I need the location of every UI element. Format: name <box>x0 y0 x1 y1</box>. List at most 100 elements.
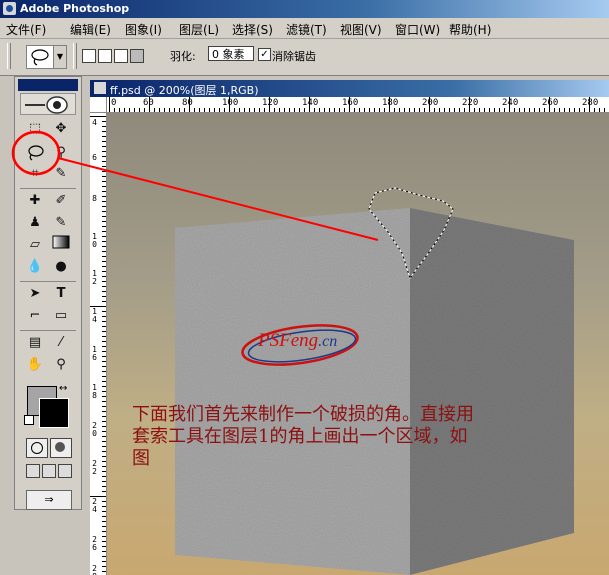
menu-edit[interactable]: 编辑(E) <box>70 21 111 38</box>
hand-tool-icon[interactable]: ✋ <box>25 355 45 375</box>
path-selection-tool-icon[interactable]: ➤ <box>25 284 45 304</box>
ruler-tick <box>114 108 115 112</box>
ruler-tick <box>102 461 106 462</box>
options-bar-grip[interactable] <box>7 43 11 69</box>
ruler-tick <box>599 108 600 112</box>
menu-file[interactable]: 文件(F) <box>6 21 46 38</box>
horizontal-ruler[interactable]: 0 60 80 100 120 140 160 180 200 220 240 … <box>107 97 609 113</box>
menu-help[interactable]: 帮助(H) <box>449 21 491 38</box>
menu-filter[interactable]: 滤镜(T) <box>286 21 327 38</box>
menu-select[interactable]: 选择(S) <box>232 21 273 38</box>
tool-preset-picker[interactable] <box>26 45 54 69</box>
ruler-tick <box>574 108 575 112</box>
swap-colors-icon[interactable]: ↔ <box>59 383 67 394</box>
ruler-tick <box>244 108 245 112</box>
chevron-down-icon[interactable]: ▼ <box>53 45 67 69</box>
feather-input[interactable]: 0 象素 <box>208 46 254 61</box>
blur-tool-icon[interactable]: 💧 <box>25 257 45 277</box>
ruler-label: 240 <box>502 98 519 108</box>
ruler-label: 100 <box>222 98 239 108</box>
full-screen-menu-mode-icon[interactable] <box>42 464 56 478</box>
ruler-tick <box>102 571 106 572</box>
ruler-tick <box>102 126 106 127</box>
ruler-tick <box>102 481 106 482</box>
type-tool-icon[interactable]: T <box>51 284 71 304</box>
ruler-origin[interactable] <box>90 97 107 113</box>
ruler-tick <box>102 331 106 332</box>
menu-layer[interactable]: 图层(L) <box>179 21 219 38</box>
lasso-tool-icon[interactable] <box>25 143 45 163</box>
photoshop-app-icon[interactable] <box>3 2 16 15</box>
history-brush-tool-icon[interactable]: ✎ <box>51 213 71 233</box>
ruler-tick <box>102 551 106 552</box>
ruler-tick <box>489 108 490 112</box>
ruler-label: 1 8 <box>92 383 97 400</box>
move-tool-icon[interactable]: ✥ <box>51 119 71 139</box>
ruler-tick <box>389 97 390 112</box>
quick-mask-mode-icon[interactable] <box>50 438 72 458</box>
ruler-tick <box>90 306 106 307</box>
ruler-tick <box>224 108 225 112</box>
ruler-tick <box>102 521 106 522</box>
zoom-tool-icon[interactable]: ⚲ <box>51 355 71 375</box>
antialias-checkbox[interactable]: ✓ <box>258 48 271 61</box>
brush-tool-icon[interactable]: ✐ <box>51 191 71 211</box>
document-icon[interactable] <box>94 82 106 94</box>
ruler-tick <box>304 108 305 112</box>
ruler-tick <box>434 108 435 112</box>
magic-wand-tool-icon[interactable]: ⚲ <box>51 143 71 163</box>
clone-stamp-tool-icon[interactable]: ♟ <box>25 213 45 233</box>
feather-label: 羽化: <box>170 50 196 63</box>
ruler-tick <box>374 108 375 112</box>
default-colors-icon[interactable] <box>24 415 34 425</box>
full-screen-mode-icon[interactable] <box>58 464 72 478</box>
tutorial-annotation: 下面我们首先来制作一个破损的角。直接用 套索工具在图层1的角上画出一个区域，如 … <box>132 404 592 470</box>
ruler-tick <box>579 108 580 112</box>
ruler-tick <box>102 176 106 177</box>
ruler-tick <box>564 108 565 112</box>
ruler-label: 1 4 <box>92 307 97 324</box>
psfeng-watermark-text: PSFeng.cn <box>258 330 337 352</box>
menu-window[interactable]: 窗口(W) <box>395 21 440 38</box>
eraser-tool-icon[interactable]: ▱ <box>25 235 45 255</box>
standard-screen-mode-icon[interactable] <box>26 464 40 478</box>
intersect-selection-icon[interactable] <box>130 49 144 63</box>
notes-tool-icon[interactable]: ▤ <box>25 333 45 353</box>
standard-mode-icon[interactable] <box>26 438 48 458</box>
dodge-tool-icon[interactable]: ● <box>51 257 71 277</box>
marquee-tool-icon[interactable]: ⬚ <box>25 119 45 139</box>
eyedropper-tool-icon[interactable]: ⁄ <box>51 333 71 353</box>
subtract-from-selection-icon[interactable] <box>114 49 128 63</box>
ruler-tick <box>344 108 345 112</box>
ruler-tick <box>102 136 106 137</box>
ruler-tick <box>549 97 550 112</box>
gradient-tool-icon[interactable] <box>51 235 71 255</box>
healing-brush-tool-icon[interactable]: ✚ <box>25 191 45 211</box>
shape-tool-icon[interactable]: ▭ <box>51 306 71 326</box>
ruler-tick <box>102 141 106 142</box>
slice-tool-icon[interactable]: ✎ <box>51 164 71 184</box>
ruler-label: 2 0 <box>92 421 97 438</box>
ruler-tick <box>102 381 106 382</box>
ruler-label: 280 <box>582 98 599 108</box>
crop-tool-icon[interactable]: ⌗ <box>25 164 45 184</box>
vertical-ruler[interactable]: 4 6 8 1 0 1 2 1 4 1 6 1 8 2 0 2 2 2 4 2 … <box>90 113 107 575</box>
ruler-tick <box>324 108 325 112</box>
photoshop-eye-logo[interactable] <box>20 93 76 115</box>
ruler-tick <box>102 406 106 407</box>
jump-to-imageready-icon[interactable]: ⇒ <box>26 490 72 510</box>
ruler-tick <box>139 108 140 112</box>
ruler-tick <box>259 108 260 112</box>
ruler-tick <box>359 108 360 112</box>
toolbox-titlebar[interactable] <box>18 79 78 91</box>
menu-image[interactable]: 图象(I) <box>125 21 162 38</box>
add-to-selection-icon[interactable] <box>98 49 112 63</box>
pen-tool-icon[interactable]: ⌐ <box>25 306 45 326</box>
menu-view[interactable]: 视图(V) <box>340 21 382 38</box>
ruler-tick <box>102 276 106 277</box>
ruler-tick <box>219 108 220 112</box>
new-selection-icon[interactable] <box>82 49 96 63</box>
ruler-label: 160 <box>342 98 359 108</box>
ruler-tick <box>102 541 106 542</box>
background-color-swatch[interactable] <box>39 398 69 428</box>
